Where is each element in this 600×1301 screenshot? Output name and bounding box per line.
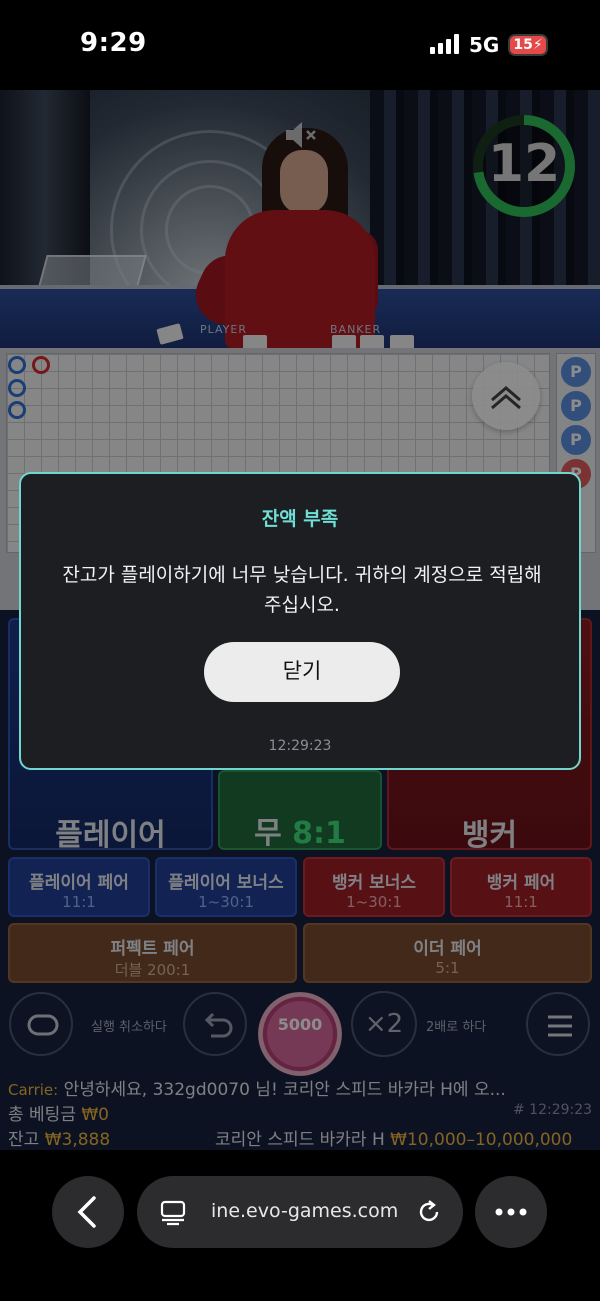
browser-toolbar: ine.evo-games.com xyxy=(0,1150,600,1301)
close-button[interactable]: 닫기 xyxy=(204,642,400,702)
dialog-message: 잔고가 플레이하기에 너무 낮습니다. 귀하의 계정으로 적립해 주십시오. xyxy=(62,564,542,616)
back-button[interactable] xyxy=(52,1176,124,1248)
dialog-timestamp: 12:29:23 xyxy=(268,738,332,754)
cellular-signal-icon xyxy=(430,34,459,54)
url-text: ine.evo-games.com xyxy=(211,1200,399,1222)
battery-level: 15 xyxy=(513,37,533,53)
insufficient-balance-dialog: 잔액 부족 잔고가 플레이하기에 너무 낮습니다. 귀하의 계정으로 적립해 주… xyxy=(19,472,581,770)
network-type: 5G xyxy=(469,33,500,57)
dialog-title: 잔액 부족 xyxy=(261,508,339,530)
battery-icon: 15⚡ xyxy=(508,34,548,56)
status-bar: 9:29 5G 15⚡ xyxy=(0,0,600,90)
more-dots-icon xyxy=(495,1208,527,1216)
status-time: 9:29 xyxy=(80,28,147,58)
chevron-left-icon xyxy=(77,1196,96,1228)
reload-icon[interactable] xyxy=(415,1198,443,1226)
page-menu-icon[interactable] xyxy=(159,1198,187,1226)
address-bar[interactable]: ine.evo-games.com xyxy=(137,1176,463,1248)
more-options-button[interactable] xyxy=(475,1176,547,1248)
